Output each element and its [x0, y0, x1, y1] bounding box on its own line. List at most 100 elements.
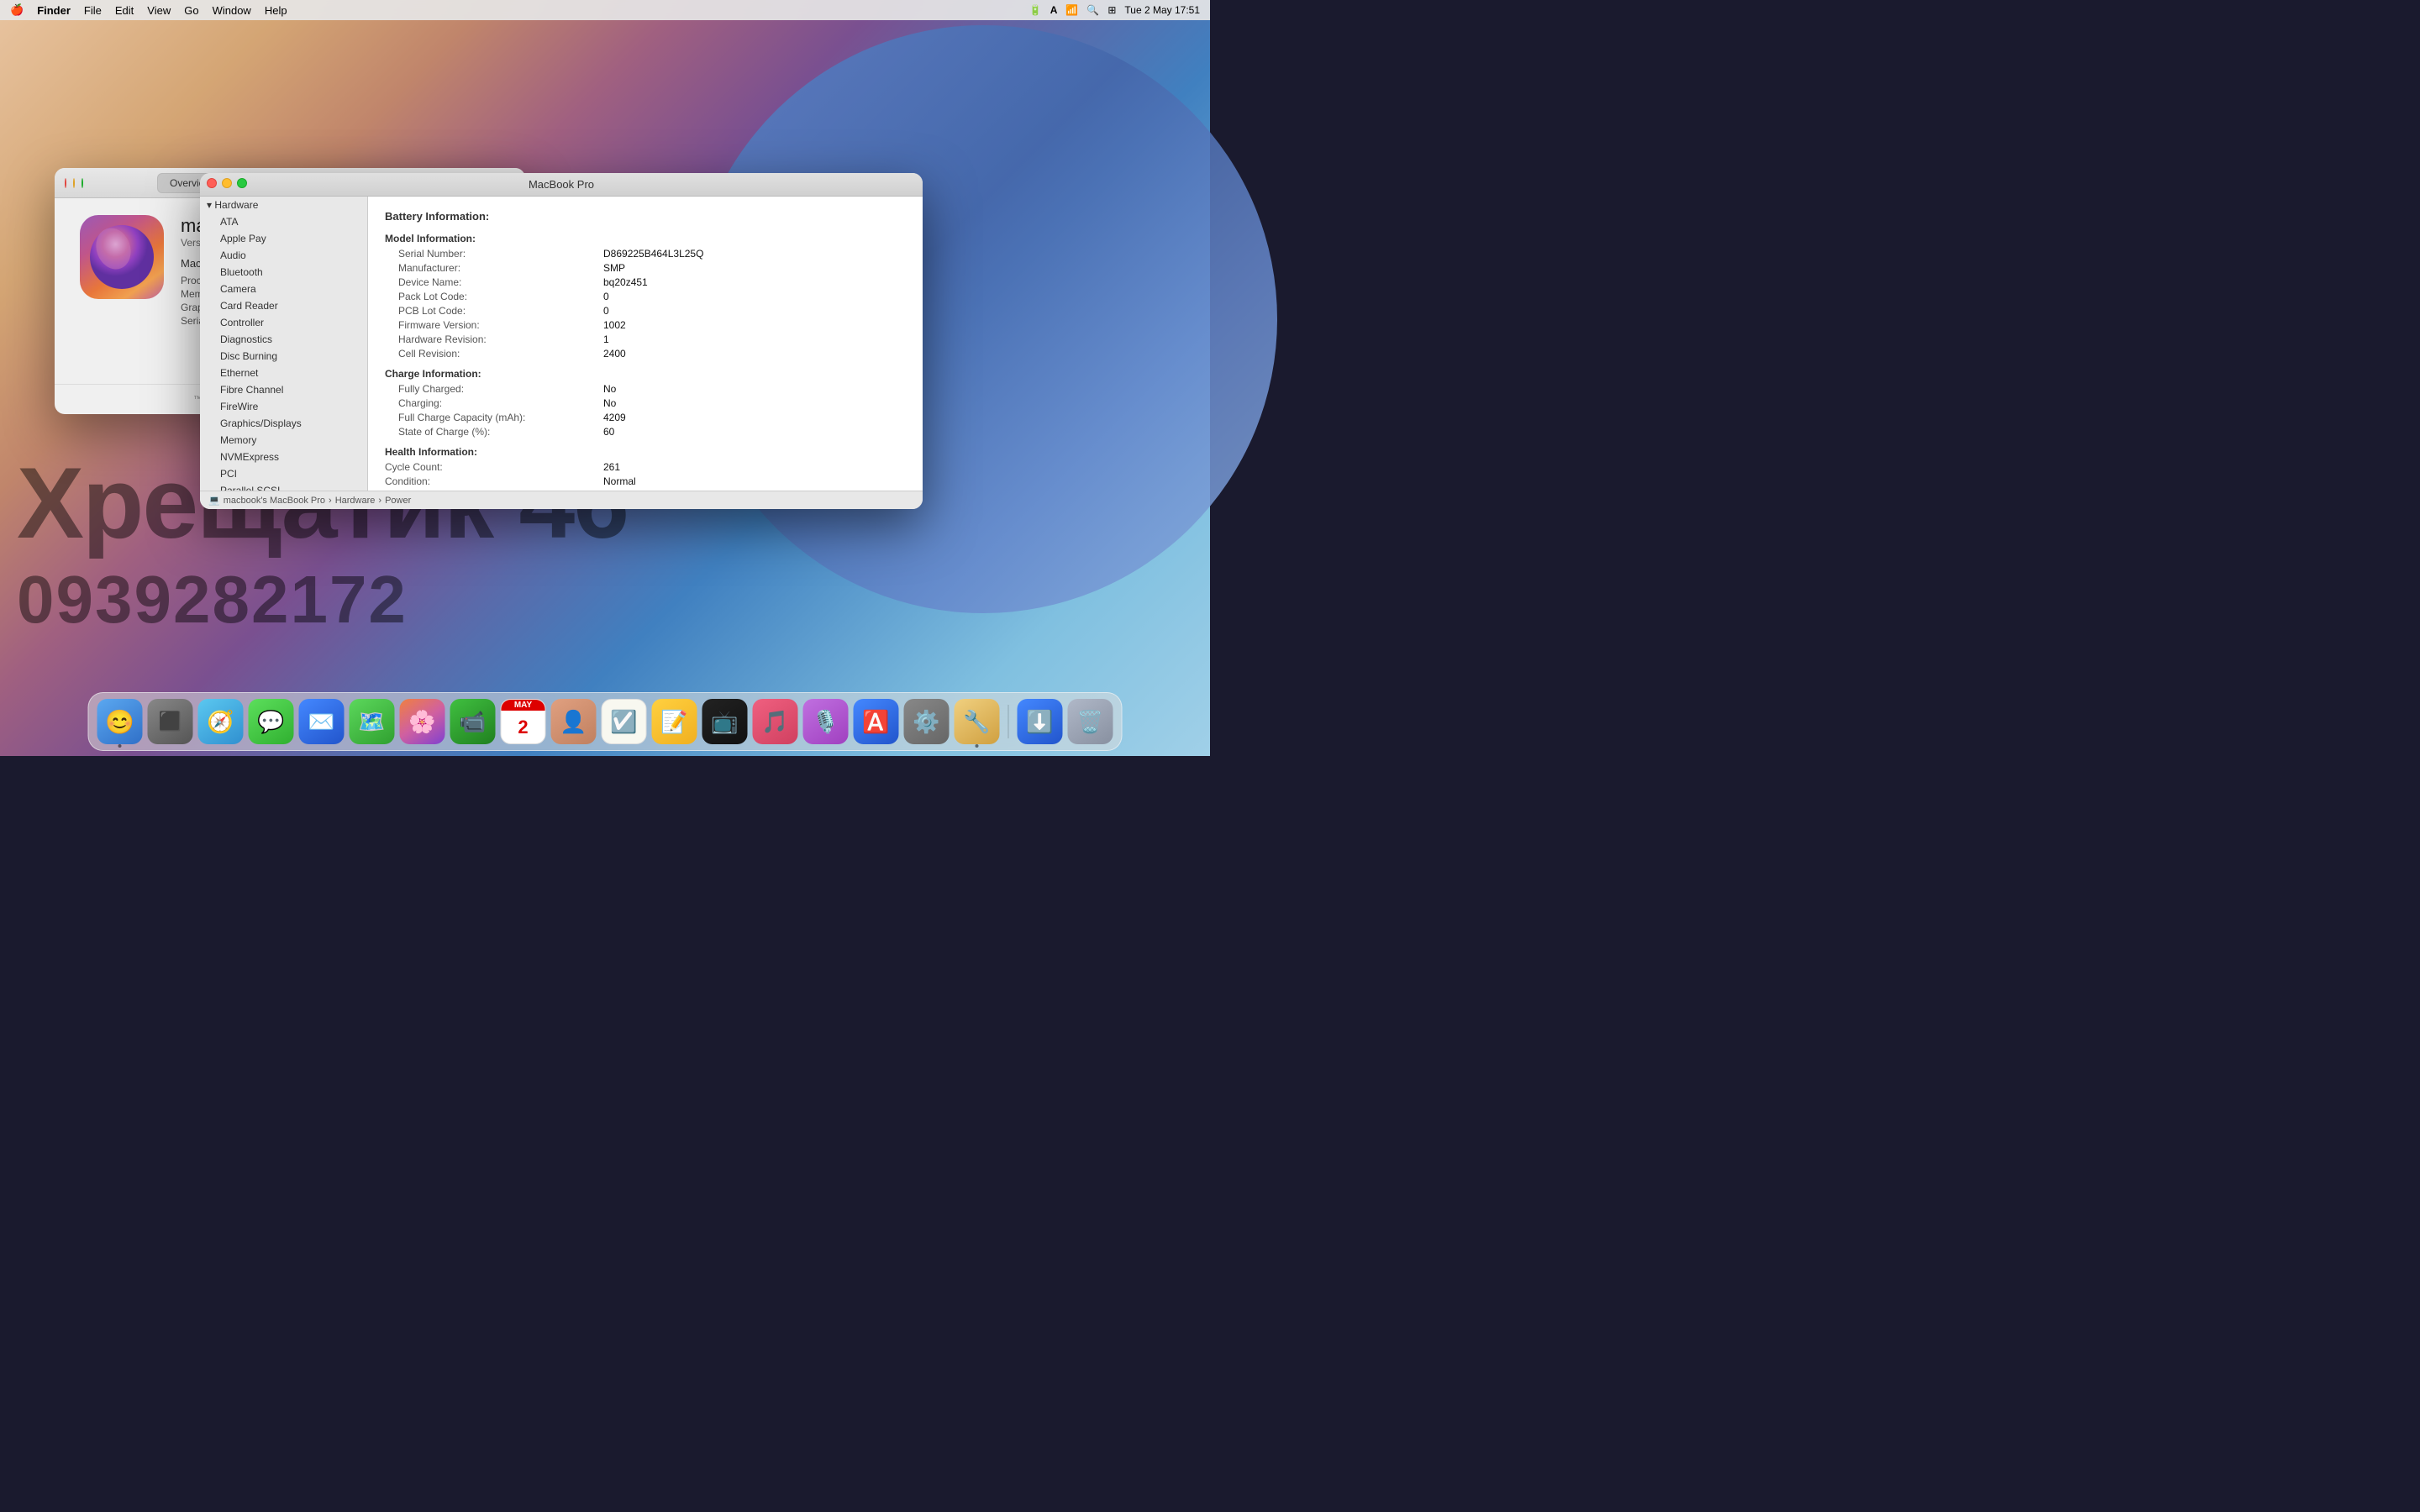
pcb-lot-value: 0 — [603, 305, 609, 317]
battery-indicator: 🔋 — [1029, 4, 1042, 16]
pack-lot-value: 0 — [603, 291, 609, 302]
dock-syspref[interactable]: ⚙️ — [904, 699, 950, 744]
calendar-date: 2 — [518, 711, 528, 743]
dock-facetime[interactable]: 📹 — [450, 699, 496, 744]
control-center-icon[interactable]: ⊞ — [1107, 4, 1116, 16]
condition-label: Condition: — [385, 475, 603, 487]
dock-downloads[interactable]: ⬇️ — [1018, 699, 1063, 744]
health-info-subtitle: Health Information: — [385, 446, 906, 458]
menubar-go[interactable]: Go — [184, 4, 198, 17]
dock-podcasts[interactable]: 🎙️ — [803, 699, 849, 744]
dock-notes[interactable]: 📝 — [652, 699, 697, 744]
dock-reminders[interactable]: ☑️ — [602, 699, 647, 744]
manufacturer-label: Manufacturer: — [385, 262, 603, 274]
charging-label: Charging: — [385, 397, 603, 409]
sidebar-item-camera[interactable]: Camera — [200, 281, 367, 297]
dock-launchpad[interactable]: ⬛ — [148, 699, 193, 744]
close-button[interactable] — [65, 178, 66, 188]
dock-contacts[interactable]: 👤 — [551, 699, 597, 744]
menubar-edit[interactable]: Edit — [115, 4, 134, 17]
condition-value: Normal — [603, 475, 636, 487]
device-name-label: Device Name: — [385, 276, 603, 288]
minimize-button[interactable] — [73, 178, 75, 188]
sidebar-item-audio[interactable]: Audio — [200, 247, 367, 264]
sysinfo-sidebar: ▾ Hardware ATA Apple Pay Audio Bluetooth… — [200, 197, 368, 491]
sidebar-item-diagnostics[interactable]: Diagnostics — [200, 331, 367, 348]
pack-lot-label: Pack Lot Code: — [385, 291, 603, 302]
sysinfo-minimize[interactable] — [222, 178, 232, 188]
cell-revision-value: 2400 — [603, 348, 626, 360]
dock-photos[interactable]: 🌸 — [400, 699, 445, 744]
apple-menu[interactable]: 🍎 — [10, 3, 24, 17]
dock-appstore[interactable]: 🅰️ — [854, 699, 899, 744]
sysinfo-close[interactable] — [207, 178, 217, 188]
menubar: 🍎 Finder File Edit View Go Window Help 🔋… — [0, 0, 1210, 20]
clock: Tue 2 May 17:51 — [1124, 4, 1200, 16]
dock-safari[interactable]: 🧭 — [198, 699, 244, 744]
state-of-charge-value: 60 — [603, 426, 614, 438]
sidebar-item-ethernet[interactable]: Ethernet — [200, 365, 367, 381]
charging-value: No — [603, 397, 616, 409]
sidebar-item-nvmexpress[interactable]: NVMExpress — [200, 449, 367, 465]
sysinfo-titlebar: MacBook Pro — [200, 173, 923, 197]
sidebar-item-graphics[interactable]: Graphics/Displays — [200, 415, 367, 432]
hardware-revision-label: Hardware Revision: — [385, 333, 603, 345]
menubar-file[interactable]: File — [84, 4, 102, 17]
dock-finder[interactable]: 😊 — [97, 699, 143, 744]
full-charge-cap-value: 4209 — [603, 412, 626, 423]
dock-separator — [1008, 705, 1009, 738]
input-source: A — [1050, 4, 1058, 16]
sidebar-item-cardreader[interactable]: Card Reader — [200, 297, 367, 314]
battery-info-title: Battery Information: — [385, 210, 906, 223]
serial-num-label: Serial Number: — [385, 248, 603, 260]
breadcrumb-power: Power — [385, 496, 411, 506]
dock-messages[interactable]: 💬 — [249, 699, 294, 744]
sidebar-item-firewire[interactable]: FireWire — [200, 398, 367, 415]
breadcrumb-icon: 💻 — [208, 495, 220, 506]
serial-num-value: D869225B464L3L25Q — [603, 248, 703, 260]
dock-sysinfo[interactable]: 🔧 — [955, 699, 1000, 744]
sidebar-item-bluetooth[interactable]: Bluetooth — [200, 264, 367, 281]
sidebar-hardware-group[interactable]: ▾ Hardware — [200, 197, 367, 213]
dock-calendar[interactable]: MAY 2 — [501, 699, 546, 744]
breadcrumb-hardware: Hardware — [335, 496, 376, 506]
menubar-view[interactable]: View — [147, 4, 171, 17]
dock-music[interactable]: 🎵 — [753, 699, 798, 744]
dock-mail[interactable]: ✉️ — [299, 699, 345, 744]
cycle-count-label: Cycle Count: — [385, 461, 603, 473]
sysinfo-title: MacBook Pro — [208, 178, 914, 191]
firmware-version-label: Firmware Version: — [385, 319, 603, 331]
sidebar-item-applepay[interactable]: Apple Pay — [200, 230, 367, 247]
manufacturer-value: SMP — [603, 262, 625, 274]
sysinfo-detail-panel: Battery Information: Model Information: … — [368, 197, 923, 491]
fully-charged-value: No — [603, 383, 616, 395]
macos-logo — [80, 215, 164, 299]
charge-info-subtitle: Charge Information: — [385, 368, 906, 380]
sidebar-item-fibrechannel[interactable]: Fibre Channel — [200, 381, 367, 398]
menubar-finder[interactable]: Finder — [37, 4, 71, 17]
menubar-help[interactable]: Help — [265, 4, 287, 17]
sidebar-item-ata[interactable]: ATA — [200, 213, 367, 230]
calendar-month: MAY — [502, 700, 545, 711]
wifi-indicator: 📶 — [1065, 4, 1078, 16]
fully-charged-label: Fully Charged: — [385, 383, 603, 395]
sidebar-item-parallelscsi[interactable]: Parallel SCSI — [200, 482, 367, 491]
hardware-revision-value: 1 — [603, 333, 609, 345]
dock-tv[interactable]: 📺 — [702, 699, 748, 744]
model-info-subtitle: Model Information: — [385, 233, 906, 244]
sysinfo-maximize[interactable] — [237, 178, 247, 188]
dock-trash[interactable]: 🗑️ — [1068, 699, 1113, 744]
sidebar-item-memory[interactable]: Memory — [200, 432, 367, 449]
sidebar-item-controller[interactable]: Controller — [200, 314, 367, 331]
device-name-value: bq20z451 — [603, 276, 648, 288]
sidebar-item-pci[interactable]: PCI — [200, 465, 367, 482]
search-icon[interactable]: 🔍 — [1086, 4, 1099, 16]
menubar-window[interactable]: Window — [213, 4, 251, 17]
system-info-window: MacBook Pro ▾ Hardware ATA Apple Pay Aud… — [200, 173, 923, 509]
pcb-lot-label: PCB Lot Code: — [385, 305, 603, 317]
dock-maps[interactable]: 🗺️ — [350, 699, 395, 744]
state-of-charge-label: State of Charge (%): — [385, 426, 603, 438]
maximize-button[interactable] — [82, 178, 83, 188]
dock: 😊 ⬛ 🧭 💬 ✉️ 🗺️ 🌸 📹 MAY 2 👤 ☑️ 📝 📺 🎵 🎙️ — [88, 692, 1123, 751]
sidebar-item-discburning[interactable]: Disc Burning — [200, 348, 367, 365]
